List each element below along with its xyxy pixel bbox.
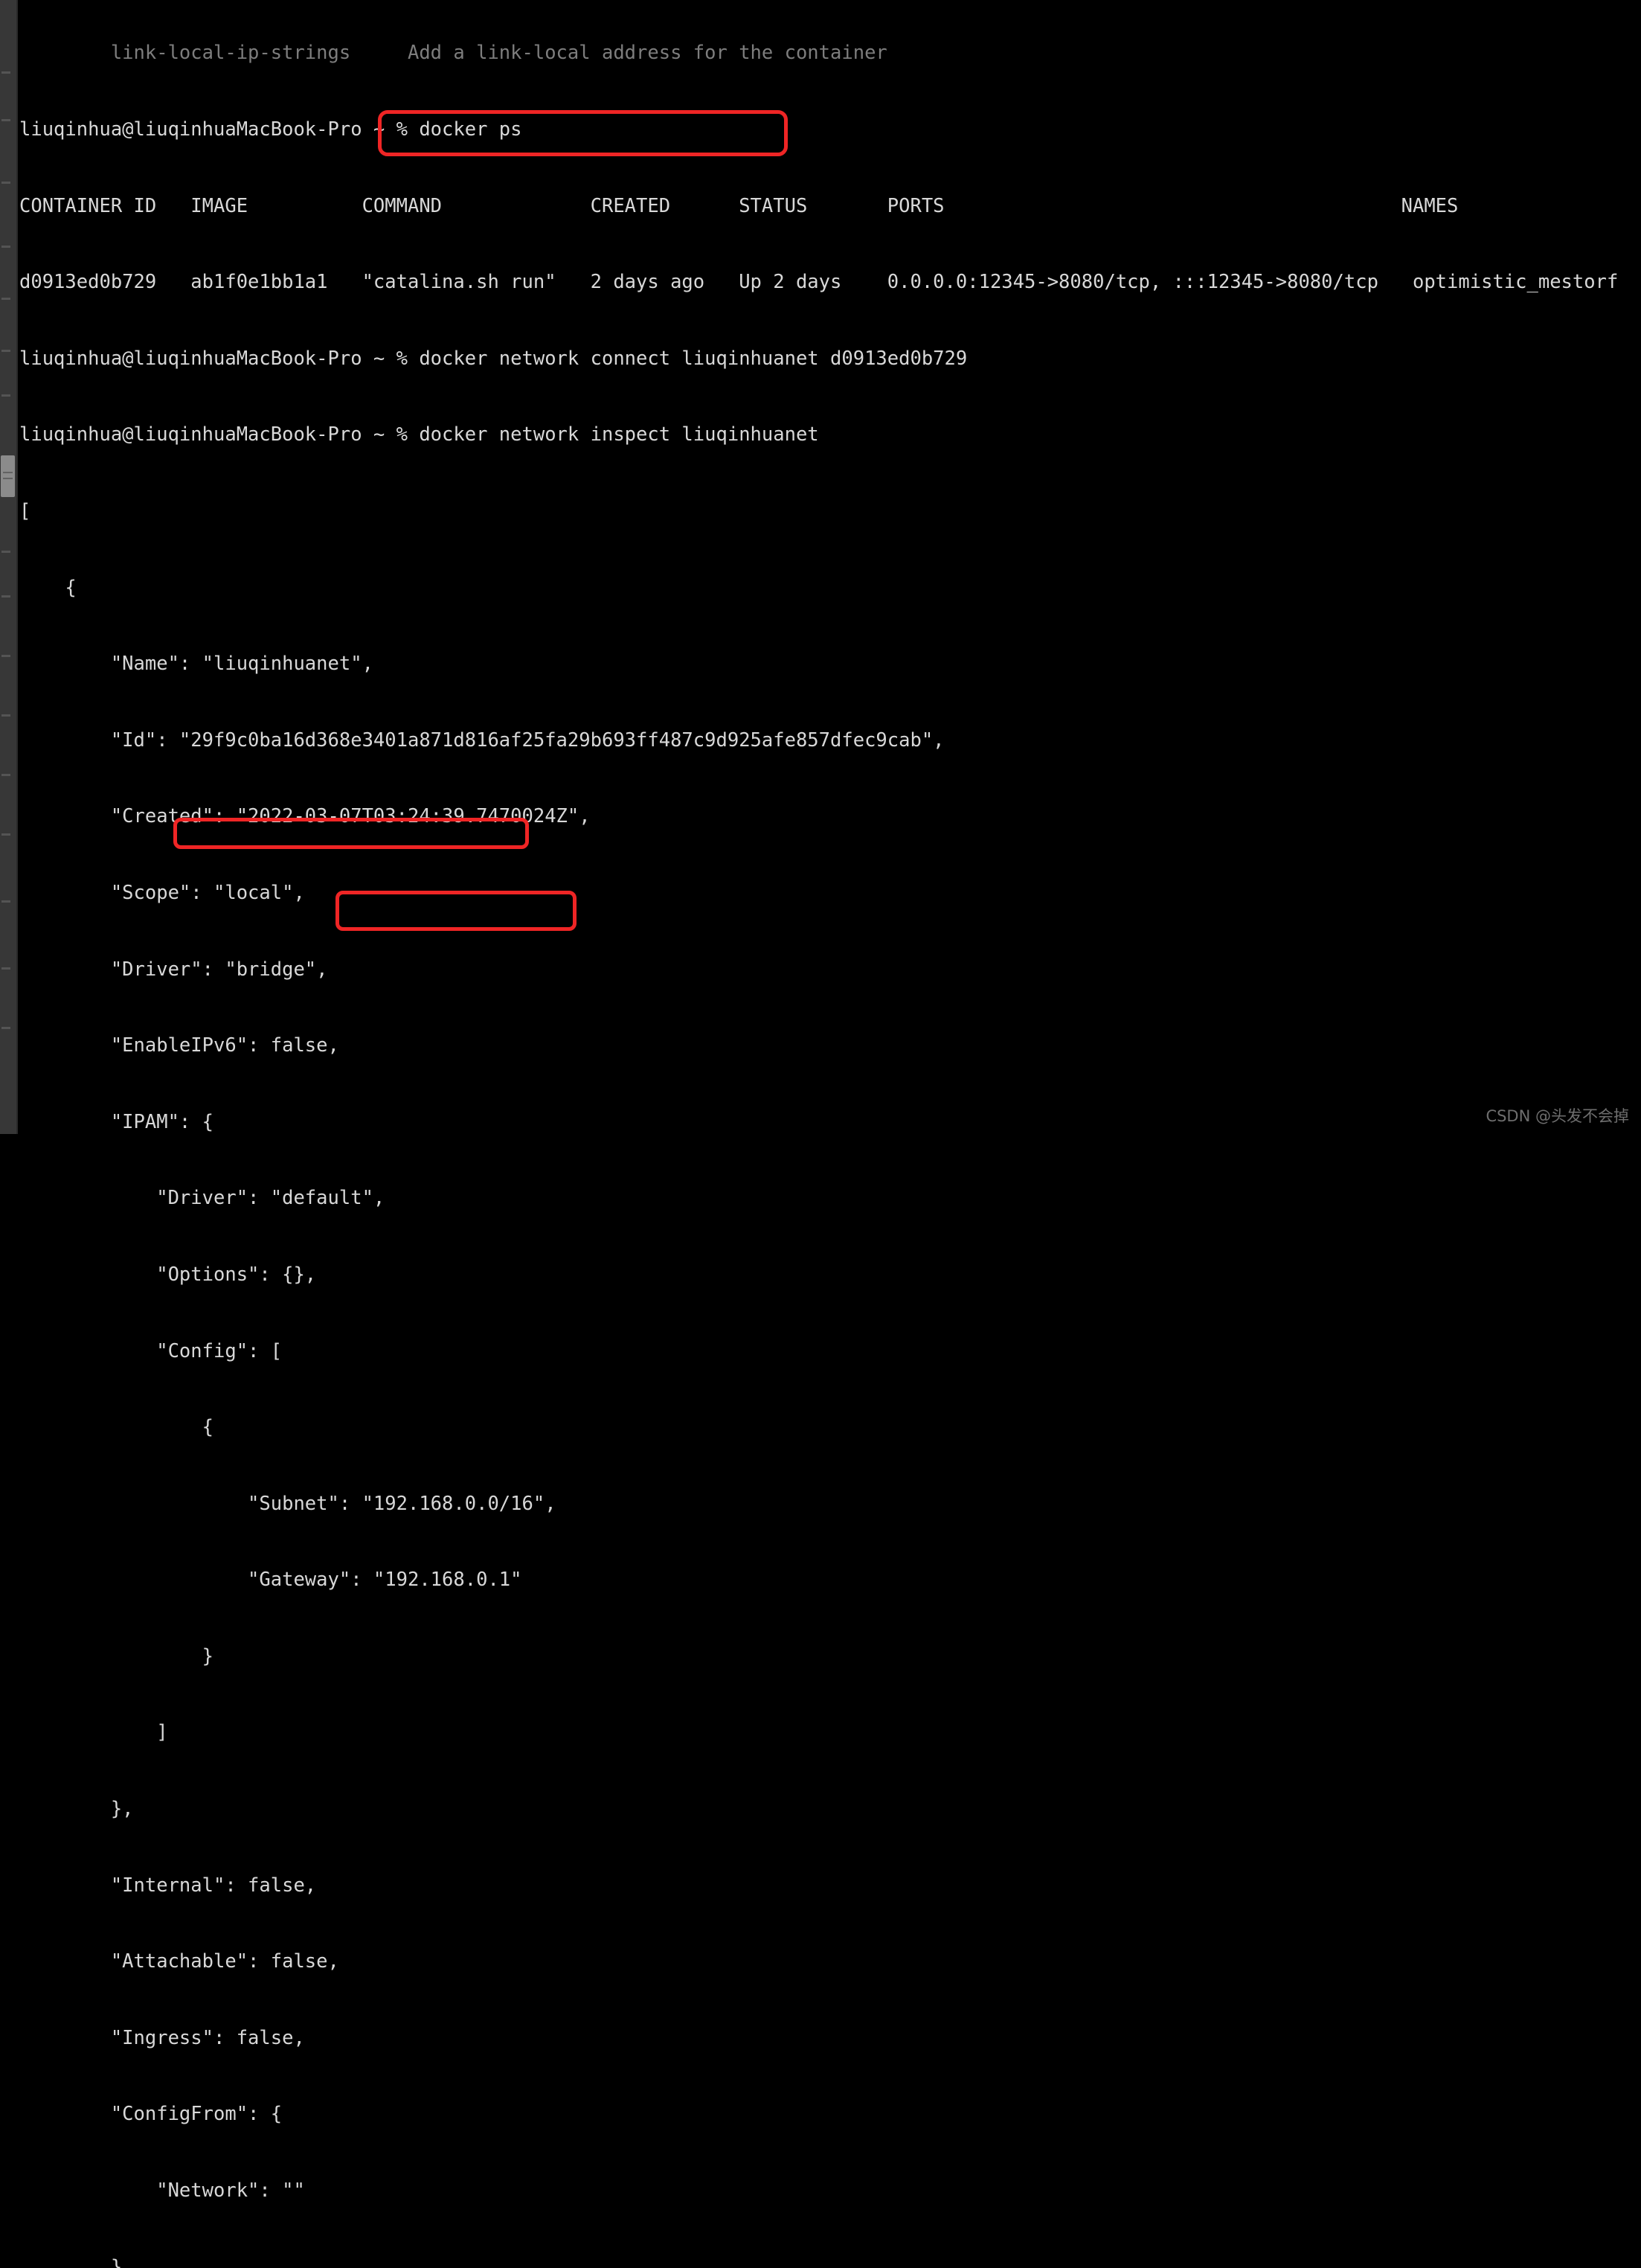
terminal-line: "Name": "liuqinhuanet",	[19, 653, 373, 676]
terminal-line: "Config": [	[19, 1339, 283, 1362]
terminal-line: "Ingress": false,	[19, 2026, 305, 2049]
gutter-mark	[1, 967, 10, 970]
terminal-line: "Driver": "bridge",	[19, 958, 328, 981]
gutter-mark	[1, 1027, 10, 1029]
gutter-mark	[1, 595, 10, 598]
terminal-line: link-local-ip-strings Add a link-local a…	[19, 42, 887, 65]
terminal-line: "Created": "2022-03-07T03:24:39.7470024Z…	[19, 805, 591, 828]
gutter-divider	[16, 0, 18, 1134]
terminal-line: }	[19, 1644, 213, 1668]
terminal-line: "Scope": "local",	[19, 881, 305, 904]
terminal-line: "EnableIPv6": false,	[19, 1034, 339, 1057]
terminal-line: "Id": "29f9c0ba16d368e3401a871d816af25fa…	[19, 728, 945, 752]
terminal-line: "IPAM": {	[19, 1110, 213, 1133]
gutter-mark	[1, 900, 10, 903]
scrollbar-thumb[interactable]	[1, 455, 15, 497]
terminal-window: link-local-ip-strings Add a link-local a…	[0, 0, 1641, 2268]
terminal-line: {	[19, 576, 77, 599]
terminal-line: ]	[19, 1721, 168, 1744]
gutter-mark	[1, 182, 10, 184]
gutter-mark	[1, 394, 10, 397]
terminal-line-prompt: liuqinhua@liuqinhuaMacBook-Pro ~ % docke…	[19, 347, 968, 370]
terminal-line: "ConfigFrom": {	[19, 2103, 283, 2126]
gutter-mark	[1, 119, 10, 121]
terminal-line: [	[19, 499, 31, 522]
terminal-line-table-row: d0913ed0b729 ab1f0e1bb1a1 "catalina.sh r…	[19, 271, 1619, 294]
terminal-output[interactable]: link-local-ip-strings Add a link-local a…	[19, 0, 1634, 2268]
gutter-mark	[1, 71, 10, 74]
terminal-line-table-header: CONTAINER ID IMAGE COMMAND CREATED STATU…	[19, 194, 1459, 217]
gutter-mark	[1, 246, 10, 248]
watermark-text: CSDN @头发不会掉	[1486, 1107, 1629, 1125]
gutter-mark	[1, 551, 10, 553]
gutter-mark	[1, 714, 10, 717]
terminal-line: },	[19, 1798, 134, 1821]
gutter-mark	[1, 774, 10, 776]
terminal-line: "Options": {},	[19, 1263, 317, 1286]
terminal-line-prompt: liuqinhua@liuqinhuaMacBook-Pro ~ % docke…	[19, 118, 522, 141]
terminal-line: "Gateway": "192.168.0.1"	[19, 1569, 522, 1592]
terminal-line: "Network": ""	[19, 2179, 305, 2203]
gutter-mark	[1, 655, 10, 657]
terminal-line: "Attachable": false,	[19, 1950, 339, 1973]
terminal-line: {	[19, 1416, 213, 1439]
terminal-line: "Driver": "default",	[19, 1187, 385, 1210]
gutter-mark	[1, 350, 10, 352]
terminal-line-prompt-inspect: liuqinhua@liuqinhuaMacBook-Pro ~ % docke…	[19, 423, 819, 446]
terminal-line: "Subnet": "192.168.0.0/16",	[19, 1492, 556, 1515]
terminal-line: },	[19, 2255, 134, 2268]
gutter-mark	[1, 833, 10, 836]
scrollbar-gutter[interactable]	[0, 0, 16, 1134]
gutter-mark	[1, 298, 10, 300]
terminal-line: "Internal": false,	[19, 1874, 317, 1897]
